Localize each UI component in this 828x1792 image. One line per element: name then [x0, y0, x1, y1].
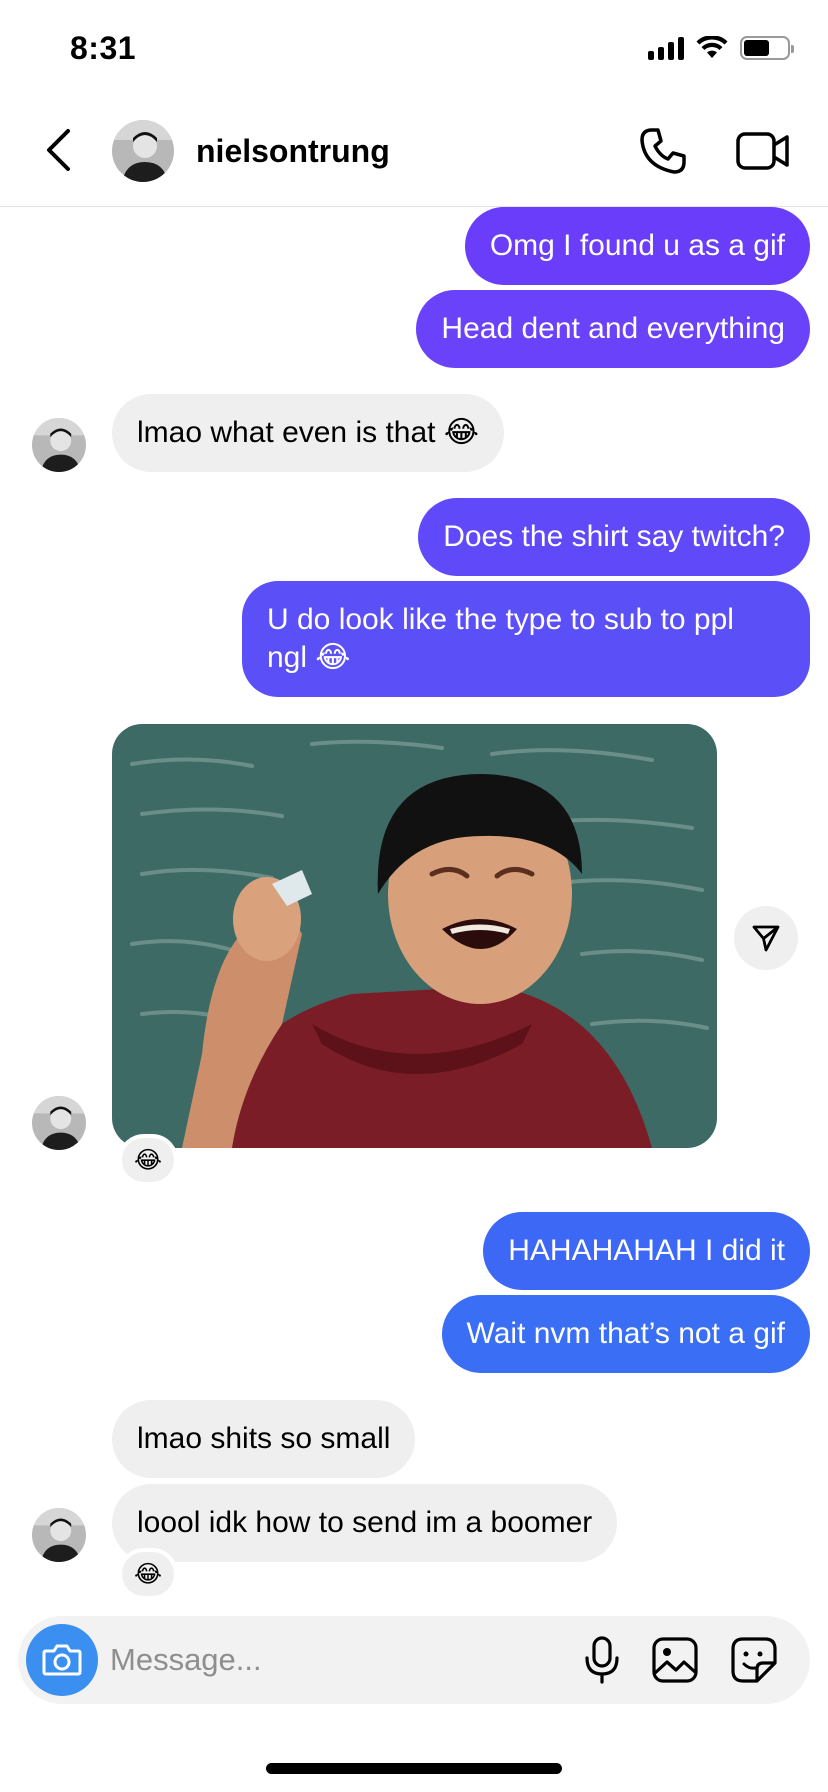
image-icon [652, 1637, 698, 1683]
sender-avatar[interactable] [32, 418, 86, 472]
microphone-button[interactable] [578, 1636, 626, 1684]
laughing-emoji-icon: 😂 [133, 1146, 163, 1174]
status-bar: 8:31 [0, 0, 828, 100]
outgoing-message[interactable]: Head dent and everything [416, 290, 810, 368]
message-composer [18, 1616, 810, 1704]
reaction-badge[interactable]: 😂 [118, 1548, 178, 1600]
status-icons [648, 36, 794, 60]
sticker-button[interactable] [728, 1634, 780, 1686]
battery-icon [740, 36, 794, 60]
gallery-button[interactable] [648, 1634, 702, 1686]
incoming-message[interactable]: loool idk how to send im a boomer [112, 1484, 618, 1562]
incoming-message[interactable]: lmao what even is that 😂 [112, 394, 504, 472]
reaction-badge[interactable]: 😂 [118, 1134, 178, 1186]
outgoing-message[interactable]: U do look like the type to sub to ppl ng… [242, 581, 810, 697]
phone-icon [640, 128, 686, 174]
video-call-button[interactable] [734, 124, 792, 178]
chat-username[interactable]: nielsontrung [196, 133, 390, 170]
camera-icon [42, 1644, 82, 1676]
microphone-icon [585, 1636, 619, 1684]
share-button[interactable] [734, 906, 798, 970]
outgoing-message[interactable]: HAHAHAHAH I did it [483, 1212, 810, 1290]
message-input[interactable] [110, 1630, 530, 1690]
sender-avatar[interactable] [32, 1508, 86, 1562]
message-line: U do look like the type to sub to ppl [267, 603, 734, 636]
wifi-icon [696, 36, 728, 58]
chevron-left-icon [47, 129, 70, 171]
outgoing-message[interactable]: Omg I found u as a gif [464, 207, 810, 285]
home-indicator[interactable] [266, 1763, 562, 1774]
gif-message-image[interactable] [112, 724, 717, 1148]
incoming-message[interactable]: lmao shits so small [112, 1400, 416, 1478]
outgoing-message[interactable]: Does the shirt say twitch? [418, 498, 810, 576]
sticker-icon [731, 1637, 777, 1683]
send-icon [752, 925, 780, 952]
sender-avatar[interactable] [32, 1096, 86, 1150]
audio-call-button[interactable] [636, 124, 690, 178]
outgoing-message[interactable]: Wait nvm that’s not a gif [441, 1295, 810, 1373]
header-avatar[interactable] [112, 120, 174, 182]
back-button[interactable] [38, 122, 78, 178]
message-line: ngl 😂 [267, 641, 351, 674]
cellular-signal-icon [648, 36, 684, 60]
laughing-emoji-icon: 😂 [133, 1560, 163, 1588]
camera-button[interactable] [26, 1624, 98, 1696]
status-time: 8:31 [70, 30, 137, 66]
chat-header: nielsontrung [0, 100, 828, 207]
video-camera-icon [736, 132, 789, 170]
